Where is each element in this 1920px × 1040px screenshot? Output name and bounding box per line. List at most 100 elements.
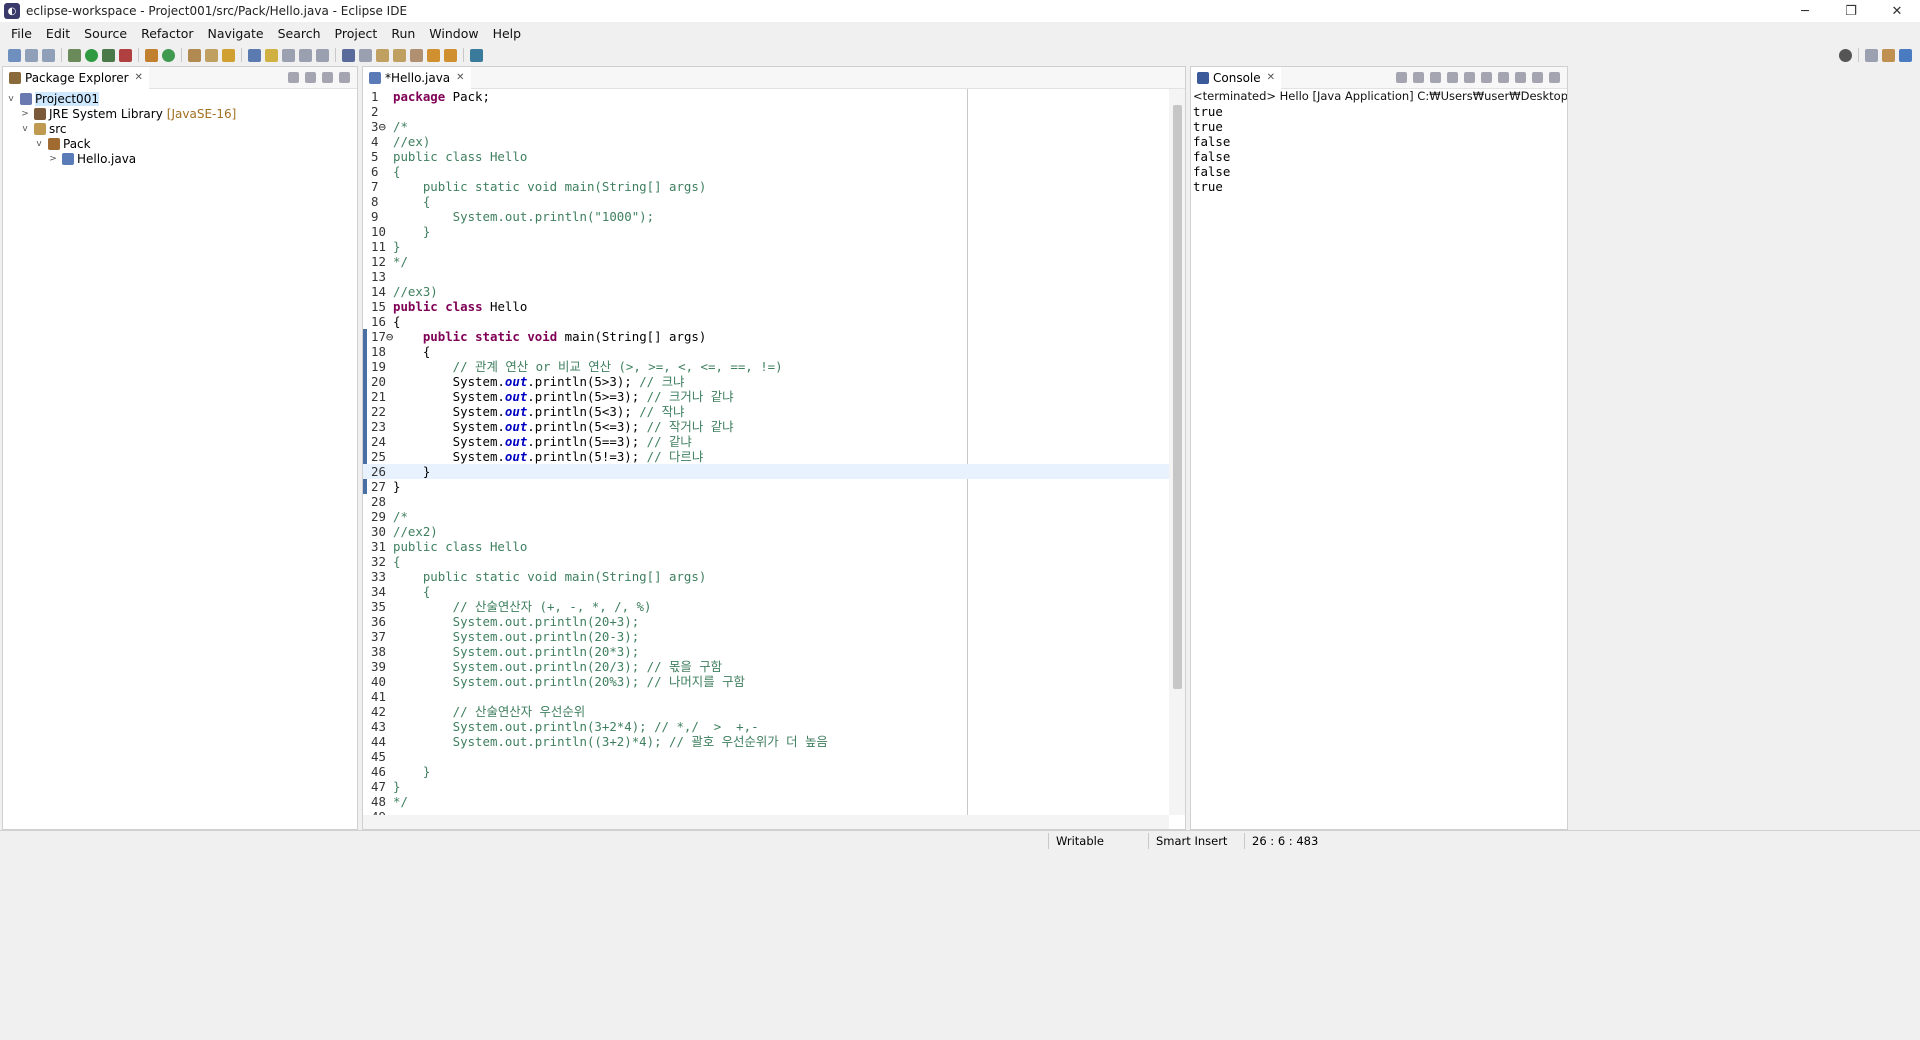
code-line[interactable]: 14 //ex3)	[363, 284, 1185, 299]
link-with-editor-icon[interactable]	[305, 72, 316, 83]
code-line[interactable]: 19 // 관계 연산 or 비교 연산 (>, >=, <, <=, ==, …	[363, 359, 1185, 374]
external-tools-icon[interactable]	[119, 48, 132, 62]
code-line[interactable]: 16 {	[363, 314, 1185, 329]
code-line[interactable]: 39 System.out.println(20/3); // 몫을 구함	[363, 659, 1185, 674]
code-line[interactable]: 37 System.out.println(20-3);	[363, 629, 1185, 644]
menu-help[interactable]: Help	[486, 26, 529, 41]
code-line[interactable]: 18 {	[363, 344, 1185, 359]
java-perspective-icon[interactable]	[1899, 48, 1912, 62]
code-line[interactable]: 27}	[363, 479, 1185, 494]
code-line[interactable]: 25 System.out.println(5!=3); // 다르냐	[363, 449, 1185, 464]
new-java-project-icon[interactable]	[145, 48, 158, 62]
code-line[interactable]: 46 }	[363, 764, 1185, 779]
clear-console-icon[interactable]	[1447, 72, 1458, 83]
tree-item-pack[interactable]: v Pack	[3, 136, 357, 151]
code-line[interactable]: 28	[363, 494, 1185, 509]
open-console-icon[interactable]	[1532, 72, 1543, 83]
code-line[interactable]: 43 System.out.println(3+2*4); // *,/ > +…	[363, 719, 1185, 734]
code-line[interactable]: 35 // 산술연산자 (+, -, *, /, %)	[363, 599, 1185, 614]
code-line[interactable]: 36 System.out.println(20+3);	[363, 614, 1185, 629]
menu-window[interactable]: Window	[422, 26, 485, 41]
close-icon[interactable]: ✕	[1267, 72, 1275, 83]
terminal-icon[interactable]	[342, 48, 355, 62]
menu-run[interactable]: Run	[384, 26, 422, 41]
code-line[interactable]: 12 */	[363, 254, 1185, 269]
close-icon[interactable]: ✕	[135, 72, 143, 83]
chevron-down-icon[interactable]: v	[5, 94, 17, 104]
code-line[interactable]: 33 public static void main(String[] args…	[363, 569, 1185, 584]
word-wrap-icon[interactable]	[1481, 72, 1492, 83]
code-line[interactable]: 1 package Pack;	[363, 89, 1185, 104]
code-line[interactable]: 41	[363, 689, 1185, 704]
tree-item-project[interactable]: v Project001	[3, 91, 357, 106]
code-line[interactable]: 5 public class Hello	[363, 149, 1185, 164]
close-icon[interactable]: ✕	[456, 72, 464, 83]
view-menu-icon[interactable]	[322, 72, 333, 83]
editor-horizontal-scrollbar[interactable]	[363, 815, 1169, 829]
back-icon[interactable]	[427, 48, 440, 62]
code-line[interactable]: 30 //ex2)	[363, 524, 1185, 539]
code-line[interactable]: 40 System.out.println(20%3); // 나머지를 구함	[363, 674, 1185, 689]
tab-console[interactable]: Console ✕	[1191, 66, 1282, 89]
pin-console-icon[interactable]	[1498, 72, 1509, 83]
code-line[interactable]: 13	[363, 269, 1185, 284]
previous-annotation-icon[interactable]	[393, 48, 406, 62]
code-line[interactable]: 24 System.out.println(5==3); // 같냐	[363, 434, 1185, 449]
tab-hello-java[interactable]: *Hello.java ✕	[363, 66, 471, 89]
code-line[interactable]: 38 System.out.println(20*3);	[363, 644, 1185, 659]
code-line[interactable]: 44 System.out.println((3+2)*4); // 괄호 우선…	[363, 734, 1185, 749]
open-task-icon[interactable]	[205, 48, 218, 62]
chevron-right-icon[interactable]: >	[19, 109, 31, 119]
run-icon[interactable]	[85, 48, 98, 62]
scroll-lock-icon[interactable]	[1464, 72, 1475, 83]
menu-navigate[interactable]: Navigate	[201, 26, 271, 41]
code-line[interactable]: 7 public static void main(String[] args)	[363, 179, 1185, 194]
code-line[interactable]: 17⊖ public static void main(String[] arg…	[363, 329, 1185, 344]
chevron-right-icon[interactable]: >	[47, 154, 59, 164]
console-output[interactable]: true true false false false true	[1191, 104, 1567, 194]
remove-launch-icon[interactable]	[1413, 72, 1424, 83]
code-line[interactable]: 32 {	[363, 554, 1185, 569]
terminate-icon[interactable]	[1396, 72, 1407, 83]
menu-edit[interactable]: Edit	[39, 26, 77, 41]
block-selection-icon[interactable]	[299, 48, 312, 62]
close-button[interactable]: ✕	[1874, 0, 1920, 22]
menu-source[interactable]: Source	[77, 26, 134, 41]
tab-package-explorer[interactable]: Package Explorer ✕	[3, 66, 149, 89]
collapse-all-icon[interactable]	[288, 72, 299, 83]
code-line[interactable]: 3⊖ /*	[363, 119, 1185, 134]
minimize-view-icon[interactable]	[1549, 72, 1560, 83]
tree-item-src[interactable]: v src	[3, 121, 357, 136]
java-ee-perspective-icon[interactable]	[1882, 48, 1895, 62]
show-whitespace-icon[interactable]	[316, 48, 329, 62]
new-icon[interactable]	[8, 48, 21, 62]
menu-search[interactable]: Search	[271, 26, 328, 41]
display-console-icon[interactable]	[1515, 72, 1526, 83]
new-class-icon[interactable]	[162, 48, 175, 62]
chevron-down-icon[interactable]: v	[33, 139, 45, 149]
restore-button[interactable]: ❐	[1828, 0, 1874, 22]
toggle-highlight-icon[interactable]	[265, 48, 278, 62]
code-line[interactable]: 11}	[363, 239, 1185, 254]
tree-item-jre-library[interactable]: > JRE System Library [JavaSE-16]	[3, 106, 357, 121]
code-line[interactable]: 10 }	[363, 224, 1185, 239]
menu-file[interactable]: File	[4, 26, 39, 41]
menu-project[interactable]: Project	[328, 26, 385, 41]
code-line[interactable]: 31 public class Hello	[363, 539, 1185, 554]
next-annotation-icon[interactable]	[376, 48, 389, 62]
toggle-mark-occurrences-icon[interactable]	[248, 48, 261, 62]
search-icon[interactable]	[1839, 48, 1852, 62]
code-line[interactable]: 23 System.out.println(5<=3); // 작거나 같냐	[363, 419, 1185, 434]
minimize-button[interactable]: ─	[1782, 0, 1828, 22]
code-line[interactable]: 8 {	[363, 194, 1185, 209]
code-line[interactable]: 22 System.out.println(5<3); // 작냐	[363, 404, 1185, 419]
word-wrap-icon[interactable]	[282, 48, 295, 62]
code-line[interactable]: 6{	[363, 164, 1185, 179]
save-all-icon[interactable]	[42, 48, 55, 62]
code-line[interactable]: 15 public class Hello	[363, 299, 1185, 314]
code-line[interactable]: 48 */	[363, 794, 1185, 809]
last-edit-icon[interactable]	[410, 48, 423, 62]
debug-icon[interactable]	[68, 48, 81, 62]
code-line[interactable]: 29 /*	[363, 509, 1185, 524]
minimize-view-icon[interactable]	[339, 72, 350, 83]
